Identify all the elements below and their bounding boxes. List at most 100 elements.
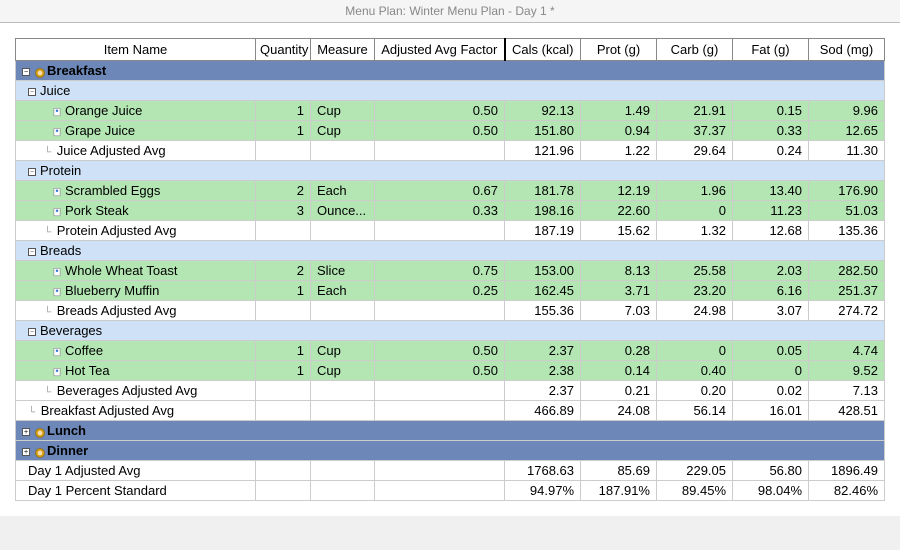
group-row[interactable]: −Protein [16,161,885,181]
cell-value: 0.24 [733,141,809,161]
item-row[interactable]: Pork Steak3Ounce...0.33198.1622.60011.23… [16,201,885,221]
expand-icon[interactable]: − [28,328,36,336]
group-row[interactable]: −Breads [16,241,885,261]
cell-value: 1.96 [657,181,733,201]
column-header[interactable]: Cals (kcal) [505,39,581,61]
item-icon [52,107,62,117]
cell-empty [311,301,375,321]
cell-empty [311,461,375,481]
group-row[interactable]: −Beverages [16,321,885,341]
item-factor: 0.50 [375,361,505,381]
item-icon [52,367,62,377]
item-measure: Each [311,181,375,201]
expand-icon[interactable]: + [22,428,30,436]
cell-value: 22.60 [581,201,657,221]
column-header[interactable]: Item Name [16,39,256,61]
cell-value: 121.96 [505,141,581,161]
tree-icon: └ [44,227,51,238]
cell-empty [375,141,505,161]
item-row[interactable]: Scrambled Eggs2Each0.67181.7812.191.9613… [16,181,885,201]
cell-empty [256,461,311,481]
cell-value: 16.01 [733,401,809,421]
group-name: −Beverages [16,321,885,341]
item-name: Whole Wheat Toast [16,261,256,281]
item-measure: Cup [311,361,375,381]
cell-value: 6.16 [733,281,809,301]
item-row[interactable]: Coffee1Cup0.502.370.2800.054.74 [16,341,885,361]
meal-row[interactable]: +Dinner [16,441,885,461]
item-qty: 3 [256,201,311,221]
column-header[interactable]: Fat (g) [733,39,809,61]
item-factor: 0.25 [375,281,505,301]
column-header[interactable]: Carb (g) [657,39,733,61]
item-name: Blueberry Muffin [16,281,256,301]
cell-value: 89.45% [657,481,733,501]
column-header[interactable]: Prot (g) [581,39,657,61]
group-avg-label: └ Juice Adjusted Avg [16,141,256,161]
cell-value: 187.19 [505,221,581,241]
meal-name: +Dinner [16,441,885,461]
item-measure: Cup [311,121,375,141]
item-icon [52,267,62,277]
cell-empty [311,141,375,161]
item-name: Coffee [16,341,256,361]
cell-value: 176.90 [809,181,885,201]
cell-value: 135.36 [809,221,885,241]
meal-row[interactable]: +Lunch [16,421,885,441]
cell-value: 229.05 [657,461,733,481]
cell-value: 15.62 [581,221,657,241]
group-avg-row: └ Beverages Adjusted Avg2.370.210.200.02… [16,381,885,401]
total-row: Day 1 Percent Standard94.97%187.91%89.45… [16,481,885,501]
cell-value: 0 [657,201,733,221]
cell-value: 12.68 [733,221,809,241]
cell-value: 151.80 [505,121,581,141]
cell-value: 1.22 [581,141,657,161]
meal-row[interactable]: −Breakfast [16,61,885,81]
item-qty: 1 [256,341,311,361]
cell-value: 0.94 [581,121,657,141]
item-measure: Slice [311,261,375,281]
cell-value: 37.37 [657,121,733,141]
column-header[interactable]: Measure [311,39,375,61]
menu-plan-table[interactable]: Item NameQuantityMeasureAdjusted Avg Fac… [15,38,885,501]
cell-value: 162.45 [505,281,581,301]
column-header[interactable]: Sod (mg) [809,39,885,61]
item-factor: 0.50 [375,101,505,121]
expand-icon[interactable]: + [22,448,30,456]
group-name: −Protein [16,161,885,181]
cell-value: 2.37 [505,341,581,361]
cell-empty [375,381,505,401]
cell-empty [375,221,505,241]
cell-value: 1.32 [657,221,733,241]
cell-value: 21.91 [657,101,733,121]
column-header[interactable]: Quantity [256,39,311,61]
cell-value: 82.46% [809,481,885,501]
group-row[interactable]: −Juice [16,81,885,101]
expand-icon[interactable]: − [28,248,36,256]
group-avg-label: └ Beverages Adjusted Avg [16,381,256,401]
cell-value: 98.04% [733,481,809,501]
item-factor: 0.75 [375,261,505,281]
cell-empty [311,381,375,401]
item-factor: 0.33 [375,201,505,221]
cell-empty [375,481,505,501]
item-icon [52,207,62,217]
item-row[interactable]: Whole Wheat Toast2Slice0.75153.008.1325.… [16,261,885,281]
item-qty: 1 [256,281,311,301]
grid-container: Item NameQuantityMeasureAdjusted Avg Fac… [0,23,900,516]
item-row[interactable]: Orange Juice1Cup0.5092.131.4921.910.159.… [16,101,885,121]
column-header[interactable]: Adjusted Avg Factor [375,39,505,61]
meal-icon [34,447,44,457]
item-qty: 1 [256,361,311,381]
item-row[interactable]: Hot Tea1Cup0.502.380.140.4009.52 [16,361,885,381]
item-row[interactable]: Blueberry Muffin1Each0.25162.453.7123.20… [16,281,885,301]
cell-value: 274.72 [809,301,885,321]
item-qty: 1 [256,121,311,141]
cell-empty [311,481,375,501]
cell-value: 24.98 [657,301,733,321]
item-row[interactable]: Grape Juice1Cup0.50151.800.9437.370.3312… [16,121,885,141]
expand-icon[interactable]: − [22,68,30,76]
expand-icon[interactable]: − [28,168,36,176]
cell-value: 0.33 [733,121,809,141]
expand-icon[interactable]: − [28,88,36,96]
